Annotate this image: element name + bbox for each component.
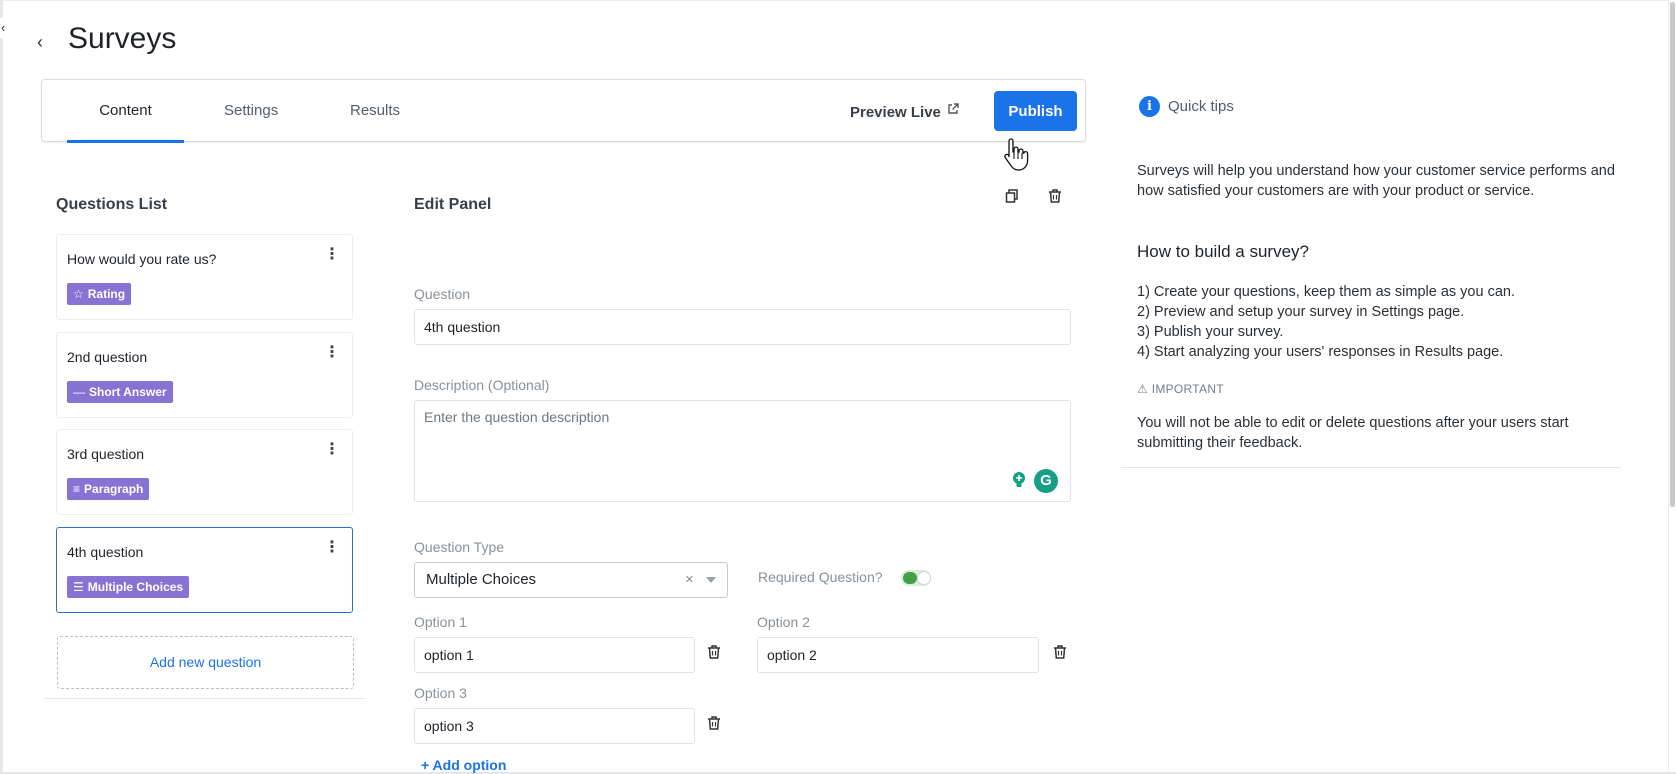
question-type-label: Short Answer [89,385,167,399]
option-2-label: Option 2 [757,614,810,630]
paragraph-icon: ≡ [73,482,81,496]
quick-tips-steps: 1) Create your questions, keep them as s… [1137,282,1515,362]
external-link-icon [947,80,959,142]
required-question-label: Required Question? [758,569,883,585]
description-placeholder: Enter the question description [424,409,610,425]
quick-tips-step: 3) Publish your survey. [1137,324,1284,340]
trash-icon[interactable] [706,715,724,733]
description-label: Description (Optional) [414,377,550,393]
question-title: 4th question [67,544,144,560]
question-type-label: Rating [87,287,126,301]
important-label: ⚠ IMPORTANT [1137,382,1224,396]
required-toggle[interactable] [901,570,931,586]
duplicate-icon[interactable] [1004,188,1024,208]
important-text: You will not be able to edit or delete q… [1137,415,1569,451]
more-vertical-icon[interactable]: ⋮ [324,247,340,263]
toggle-knob [917,571,931,585]
question-type-value: Multiple Choices [426,571,537,588]
question-input[interactable]: 4th question [414,309,1071,345]
star-icon: ☆ [73,287,84,301]
divider [1121,467,1621,468]
add-new-question-button[interactable]: Add new question [57,636,354,689]
option-2-input[interactable]: option 2 [757,637,1039,673]
question-type-label: Multiple Choices [87,580,184,594]
trash-icon[interactable] [706,644,724,662]
question-title: 2nd question [67,349,148,365]
question-type-select[interactable]: Multiple Choices × [414,562,728,598]
description-textarea[interactable]: Enter the question description G [414,400,1071,502]
questions-list-title: Questions List [56,196,168,213]
tab-settings[interactable]: Settings [224,80,278,142]
list-icon: ☰ [73,580,84,594]
divider [44,698,366,699]
page-title: Surveys [68,22,177,55]
scrollbar[interactable] [1668,0,1676,774]
quick-tips-heading: How to build a survey? [1137,242,1309,261]
dash-icon: — [73,385,85,399]
option-1-input[interactable]: option 1 [414,637,695,673]
left-edge [0,0,3,774]
trash-icon[interactable] [1052,644,1070,662]
collapse-sidebar-icon[interactable]: ‹ [0,18,14,38]
question-card[interactable]: 3rd question ⋮ ≡ Paragraph [56,429,353,515]
quick-tips-title: Quick tips [1168,98,1234,115]
question-type-badge: — Short Answer [67,381,173,403]
quick-tips-step: 4) Start analyzing your users' responses… [1137,344,1504,360]
preview-live-label: Preview Live [850,104,941,121]
question-title: 3rd question [67,446,145,462]
grammarly-icon[interactable]: G [1034,469,1058,493]
quick-tips-intro: Surveys will help you understand how you… [1137,163,1615,199]
preview-live-link[interactable]: Preview Live [850,80,959,142]
question-type-badge: ☆ Rating [67,283,132,305]
question-type-badge: ☰ Multiple Choices [67,576,190,598]
tab-results[interactable]: Results [350,80,400,142]
back-chevron-icon[interactable]: ‹ [37,31,53,53]
quick-tips-step: 1) Create your questions, keep them as s… [1137,284,1515,300]
question-type-label: Question Type [414,539,505,555]
quick-tips-step: 2) Preview and setup your survey in Sett… [1137,304,1465,320]
question-type-badge: ≡ Paragraph [67,478,150,500]
option-3-label: Option 3 [414,685,467,701]
question-title: How would you rate us? [67,251,217,267]
option-3-input[interactable]: option 3 [414,708,695,744]
trash-icon[interactable] [1047,188,1067,208]
more-vertical-icon[interactable]: ⋮ [324,540,340,556]
more-vertical-icon[interactable]: ⋮ [324,442,340,458]
more-vertical-icon[interactable]: ⋮ [324,345,340,361]
lightbulb-icon[interactable] [1008,469,1030,491]
question-card[interactable]: How would you rate us? ⋮ ☆ Rating [56,234,353,320]
clear-icon[interactable]: × [685,563,694,597]
question-card[interactable]: 2nd question ⋮ — Short Answer [56,332,353,418]
publish-button[interactable]: Publish [994,91,1077,131]
scrollbar-thumb[interactable] [1670,2,1675,507]
toggle-track-on [903,572,917,584]
option-1-label: Option 1 [414,614,467,630]
add-option-button[interactable]: + Add option [421,757,506,773]
question-type-label: Paragraph [84,482,144,496]
question-label: Question [414,286,471,302]
edit-panel-title: Edit Panel [414,196,492,213]
top-border [0,0,1676,1]
tabs-bar: Content Settings Results Preview Live Pu… [41,79,1086,143]
question-card-selected[interactable]: 4th question ⋮ ☰ Multiple Choices [56,527,353,613]
hand-cursor-icon [1003,137,1029,171]
grammar-tools: G [1008,469,1058,493]
chevron-down-icon[interactable] [706,577,716,583]
tab-content[interactable]: Content [67,80,184,143]
info-icon: i [1139,96,1160,117]
